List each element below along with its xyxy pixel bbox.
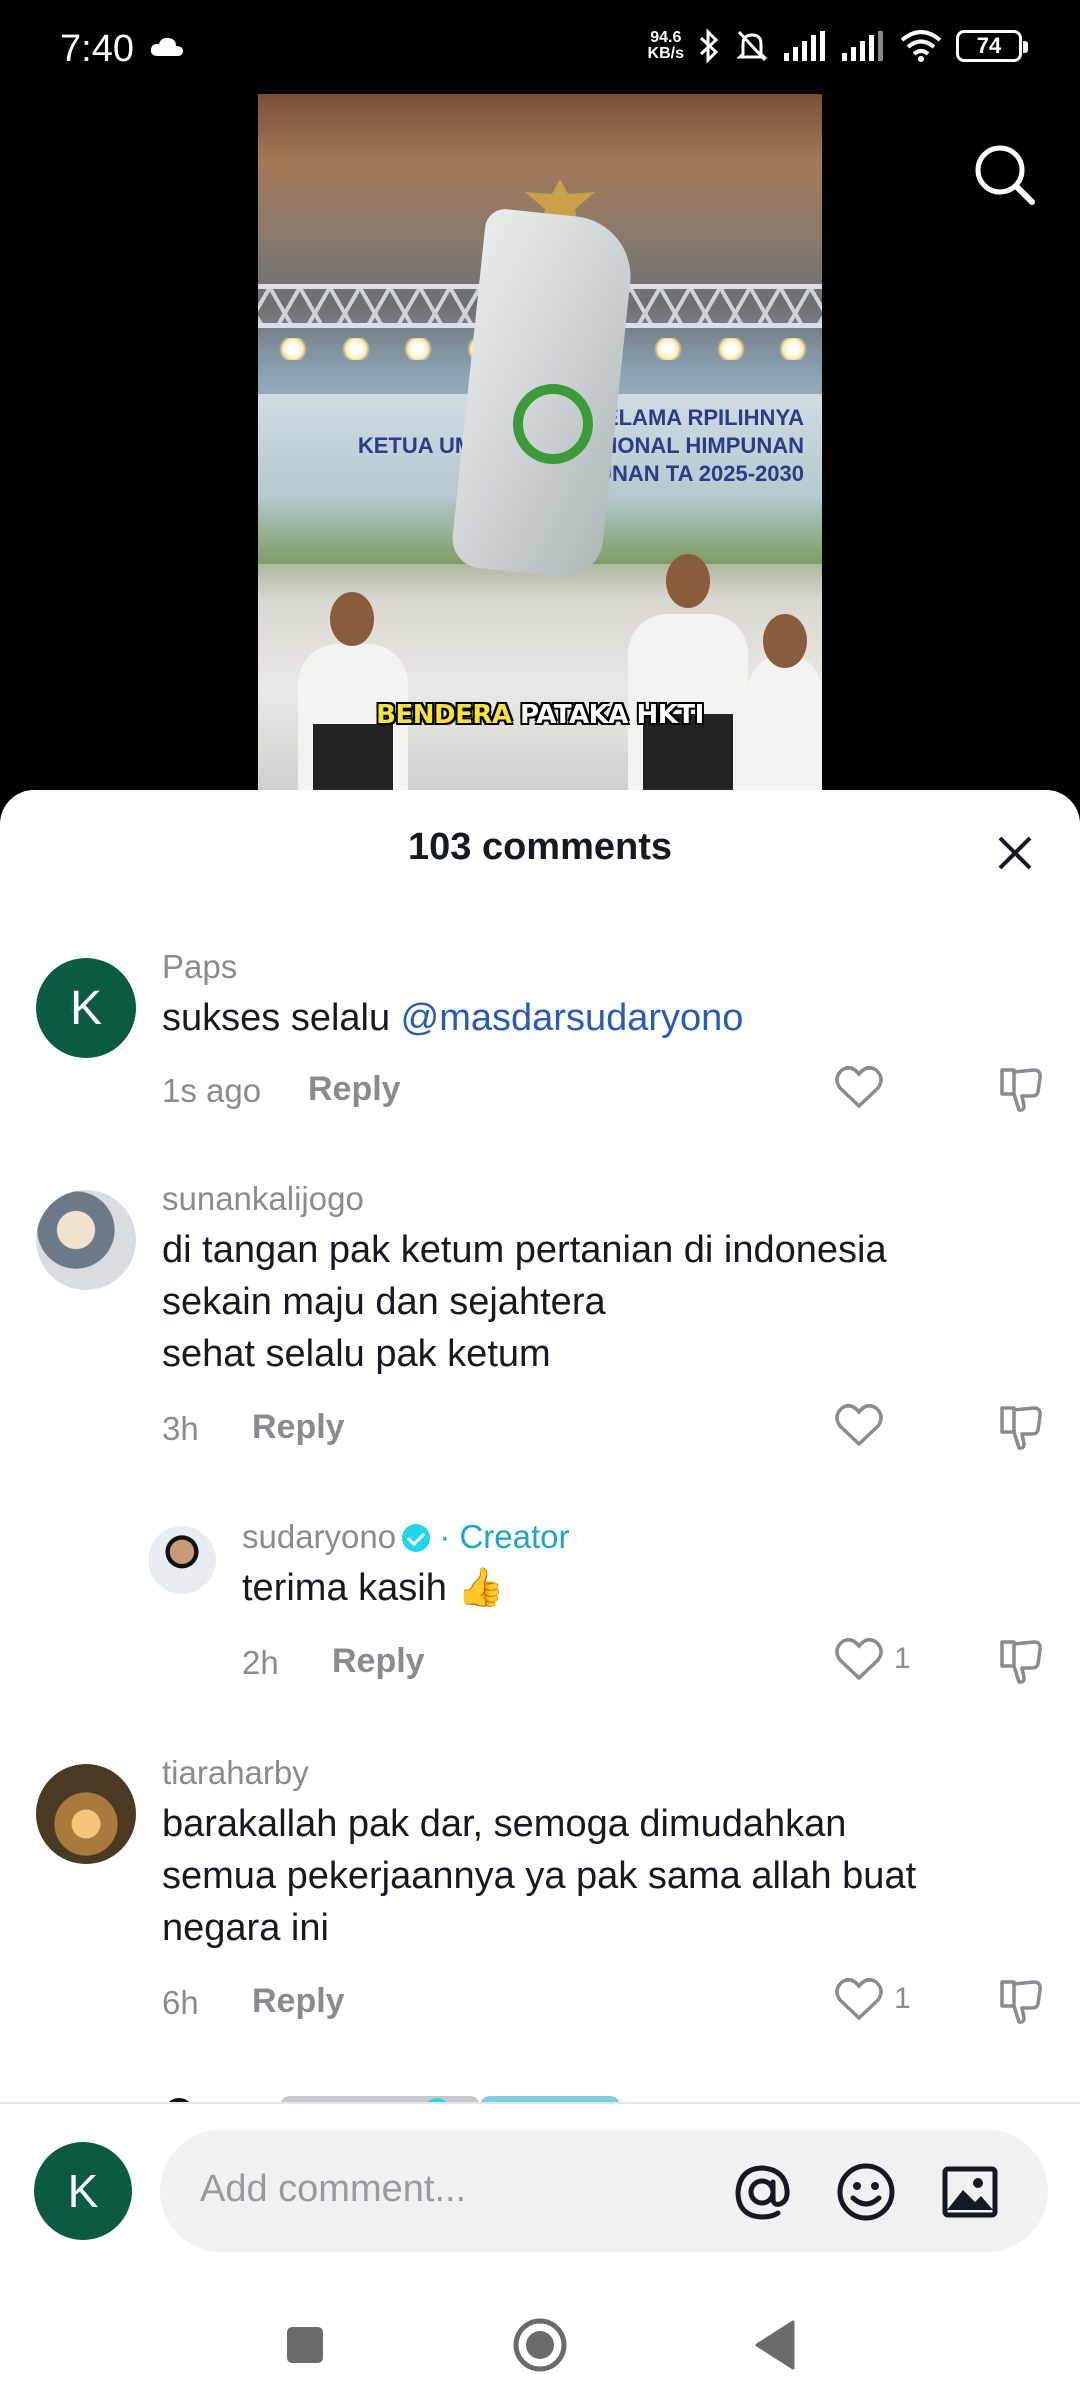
comment-input[interactable]: Add comment... xyxy=(160,2130,1048,2252)
dislike-icon[interactable] xyxy=(996,1064,1046,1114)
creator-username: sudaryono xyxy=(242,1518,397,1555)
comment-username[interactable]: sunankalijogo xyxy=(162,1180,364,1218)
heart-icon xyxy=(835,1978,883,2021)
caption-rest: PATAKA HKTI xyxy=(511,700,704,730)
comment-text-body: sukses selalu xyxy=(162,997,401,1039)
creator-label: · Creator xyxy=(439,1518,570,1555)
emoji-icon[interactable] xyxy=(834,2160,898,2224)
comment-text: terima kasih 👍 xyxy=(242,1567,505,1609)
comments-sheet: 103 comments K Paps sukses selalu @masda… xyxy=(0,790,1080,2400)
status-time: 7:40 xyxy=(60,28,134,70)
home-button[interactable] xyxy=(505,2310,575,2380)
bluetooth-icon xyxy=(699,28,719,64)
recents-icon xyxy=(287,2327,323,2363)
reply-button[interactable]: Reply xyxy=(308,1070,401,1109)
bell-muted-icon xyxy=(736,30,768,62)
dislike-icon[interactable] xyxy=(996,1976,1046,2026)
image-icon[interactable] xyxy=(938,2160,1002,2224)
mention-icon[interactable] xyxy=(730,2160,794,2224)
net-speed-value: 94.6 xyxy=(650,29,682,46)
comments-count-title: 103 comments xyxy=(407,826,672,868)
close-icon[interactable] xyxy=(990,828,1040,878)
battery-indicator: 74 xyxy=(956,30,1028,62)
video-player[interactable]: SELAMA RPILIHNYA KETUA UMUM DEV NASIONAL… xyxy=(258,94,822,794)
avatar[interactable] xyxy=(36,1190,136,1290)
like-button[interactable] xyxy=(834,1402,894,1448)
heart-icon xyxy=(835,1404,883,1447)
comment-text: sukses selalu @masdarsudaryono xyxy=(162,992,743,1044)
recents-button[interactable] xyxy=(270,2310,340,2380)
video-caption: BENDERA PATAKA HKTI xyxy=(258,700,822,730)
comment-time: 6h xyxy=(162,1984,199,2021)
status-bar: 7:40 94.6 KB/s 74 xyxy=(0,0,1080,100)
avatar[interactable] xyxy=(36,1764,136,1864)
heart-icon xyxy=(835,1066,883,1109)
home-icon xyxy=(513,2318,567,2372)
comment-time: 2h xyxy=(242,1644,279,1681)
avatar[interactable] xyxy=(148,1526,216,1594)
screen: 7:40 94.6 KB/s 74 SELAMA RPILIHNYA KETUA… xyxy=(0,0,1080,2400)
my-avatar[interactable]: K xyxy=(34,2142,132,2240)
wifi-icon xyxy=(900,30,942,62)
back-button[interactable] xyxy=(740,2310,810,2380)
like-button[interactable]: 1 xyxy=(834,1636,911,1682)
comment-username[interactable]: sudaryono · Creator xyxy=(242,1518,569,1556)
flag-emblem xyxy=(513,384,593,464)
reply-button[interactable]: Reply xyxy=(332,1642,425,1681)
signal-icon-1 xyxy=(784,31,825,61)
heart-icon xyxy=(835,1638,883,1681)
signal-icon-2 xyxy=(842,31,883,61)
comment-text: barakallah pak dar, semoga dimudahkan se… xyxy=(162,1803,917,1949)
mention-link[interactable]: @masdarsudaryono xyxy=(401,997,744,1039)
like-count: 1 xyxy=(894,1982,911,2015)
avatar[interactable]: K xyxy=(36,958,136,1058)
reply-button[interactable]: Reply xyxy=(252,1982,345,2021)
comment-time: 3h xyxy=(162,1410,199,1447)
cloud-icon xyxy=(150,37,183,56)
verified-badge-icon xyxy=(402,1524,431,1552)
like-count: 1 xyxy=(894,1642,911,1675)
like-button[interactable]: 1 xyxy=(834,1976,911,2022)
like-button[interactable] xyxy=(834,1064,894,1110)
comment-time: 1s ago xyxy=(162,1072,262,1109)
status-icons: 94.6 KB/s 74 xyxy=(648,28,1028,64)
net-speed: 94.6 KB/s xyxy=(648,30,684,62)
dislike-icon[interactable] xyxy=(996,1636,1046,1686)
comment-input-placeholder: Add comment... xyxy=(200,2168,467,2210)
search-icon[interactable] xyxy=(970,140,1040,210)
comment-username[interactable]: Paps xyxy=(162,948,237,986)
comment-text: di tangan pak ketum pertanian di indones… xyxy=(162,1229,887,1375)
net-speed-unit: KB/s xyxy=(647,45,684,62)
reply-button[interactable]: Reply xyxy=(252,1408,345,1447)
comment-username[interactable]: tiaraharby xyxy=(162,1754,309,1792)
caption-highlight: BENDERA xyxy=(376,700,512,730)
back-icon xyxy=(755,2320,795,2370)
dislike-icon[interactable] xyxy=(996,1402,1046,1452)
people-on-stage xyxy=(258,554,822,794)
system-navbar xyxy=(0,2290,1080,2400)
